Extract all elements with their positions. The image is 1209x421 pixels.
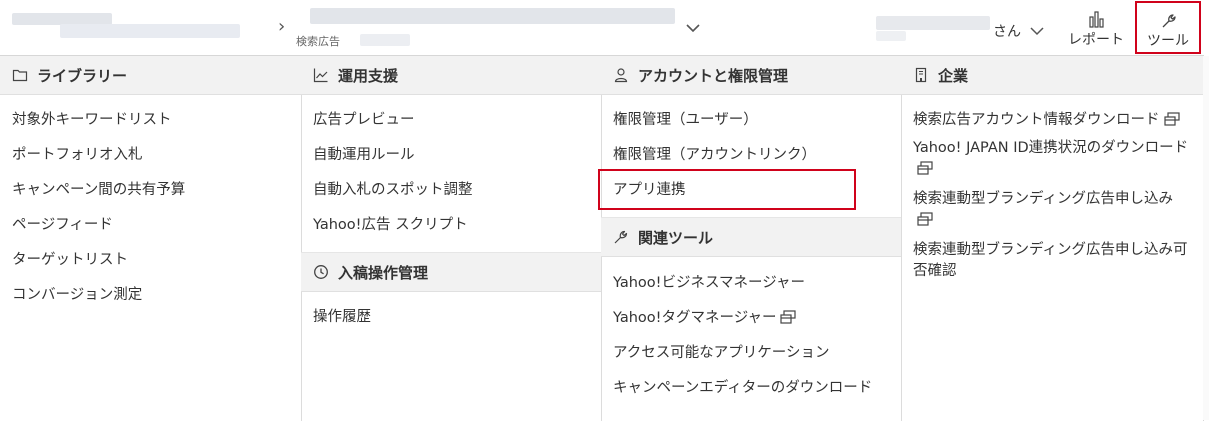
user-name-placeholder xyxy=(876,31,906,41)
menu-item-conversion-tracking[interactable]: コンバージョン測定 xyxy=(0,278,301,313)
company-column: 企業 検索広告アカウント情報ダウンロード Yahoo! JAPAN ID連携状況… xyxy=(901,56,1203,421)
background-page-edge xyxy=(1203,56,1209,420)
menu-item-operation-history[interactable]: 操作履歴 xyxy=(301,300,601,335)
chevron-right-icon: › xyxy=(278,16,286,37)
submissions-title: 入稿操作管理 xyxy=(338,263,429,282)
menu-item-account-info-download[interactable]: 検索広告アカウント情報ダウンロード xyxy=(901,103,1203,138)
menu-item-branding-ad-eligibility[interactable]: 検索連動型ブランディング広告申し込み可否確認 xyxy=(901,238,1203,289)
menu-item-automated-rules[interactable]: 自動運用ルール xyxy=(301,138,601,173)
tools-label: ツール xyxy=(1147,33,1189,49)
app-integration-highlight xyxy=(598,169,856,210)
menu-item-campaign-editor-download[interactable]: キャンペーンエディターのダウンロード xyxy=(601,371,901,406)
menu-item-ad-preview[interactable]: 広告プレビュー xyxy=(301,103,601,138)
menu-item-page-feed[interactable]: ページフィード xyxy=(0,208,301,243)
accounts-column: アカウントと権限管理 権限管理（ユーザー） 権限管理（アカウントリンク） アプリ… xyxy=(601,56,902,421)
external-link-icon xyxy=(917,212,933,226)
submissions-header: 入稿操作管理 xyxy=(301,252,601,292)
operations-title: 運用支援 xyxy=(338,66,399,85)
company-list: 検索広告アカウント情報ダウンロード Yahoo! JAPAN ID連携状況のダウ… xyxy=(901,95,1203,289)
menu-item-account-link-permissions[interactable]: 権限管理（アカウントリンク） xyxy=(601,138,901,173)
menu-item-scripts[interactable]: Yahoo!広告 スクリプト xyxy=(301,208,601,243)
branding-ad-application-label: 検索連動型ブランディング広告申し込み xyxy=(913,191,1173,207)
account-info-download-label: 検索広告アカウント情報ダウンロード xyxy=(913,112,1160,128)
business-name-placeholder xyxy=(60,24,240,38)
related-tools-title: 関連ツール xyxy=(638,228,714,247)
id-link-status-label: Yahoo! JAPAN ID連携状況のダウンロード xyxy=(913,140,1189,156)
building-icon xyxy=(915,67,927,83)
library-column: ライブラリー 対象外キーワードリスト ポートフォリオ入札 キャンペーン間の共有予… xyxy=(0,56,302,421)
company-title: 企業 xyxy=(938,66,969,85)
bar-chart-icon xyxy=(1089,11,1104,28)
menu-item-portfolio-bidding[interactable]: ポートフォリオ入札 xyxy=(0,138,301,173)
library-header: ライブラリー xyxy=(0,56,301,95)
external-link-icon xyxy=(1163,112,1180,126)
menu-item-shared-budget[interactable]: キャンペーン間の共有予算 xyxy=(0,173,301,208)
top-header: › 検索広告 さん レポート ツール xyxy=(0,0,1209,56)
wrench-icon xyxy=(614,230,628,244)
tools-mega-menu: ライブラリー 対象外キーワードリスト ポートフォリオ入札 キャンペーン間の共有予… xyxy=(0,55,1204,421)
external-link-icon xyxy=(780,310,797,324)
report-label: レポート xyxy=(1068,32,1124,48)
related-tools-header: 関連ツール xyxy=(601,217,901,257)
submissions-list: 操作履歴 xyxy=(301,292,601,335)
library-title: ライブラリー xyxy=(37,66,128,85)
history-icon xyxy=(314,265,328,279)
user-icon xyxy=(614,68,628,83)
accounts-header: アカウントと権限管理 xyxy=(601,56,901,95)
user-menu-chevron-icon[interactable] xyxy=(1029,25,1045,37)
menu-item-tag-manager[interactable]: Yahoo!タグマネージャー xyxy=(601,301,901,336)
menu-item-negative-keyword-list[interactable]: 対象外キーワードリスト xyxy=(0,103,301,138)
operations-header: 運用支援 xyxy=(301,56,601,95)
account-name-placeholder[interactable] xyxy=(310,8,675,24)
user-name-placeholder xyxy=(876,16,990,30)
tools-button[interactable]: ツール xyxy=(1135,1,1201,54)
menu-item-business-manager[interactable]: Yahoo!ビジネスマネージャー xyxy=(601,266,901,301)
operations-column: 運用支援 広告プレビュー 自動運用ルール 自動入札のスポット調整 Yahoo!広… xyxy=(301,56,602,421)
menu-item-accessible-applications[interactable]: アクセス可能なアプリケーション xyxy=(601,336,901,371)
wrench-icon xyxy=(1162,14,1176,28)
menu-item-target-list[interactable]: ターゲットリスト xyxy=(0,243,301,278)
chevron-down-icon[interactable] xyxy=(685,22,701,34)
user-suffix: さん xyxy=(993,24,1021,40)
accounts-title: アカウントと権限管理 xyxy=(638,66,789,85)
menu-item-user-permissions[interactable]: 権限管理（ユーザー） xyxy=(601,103,901,138)
account-type-label: 検索広告 xyxy=(296,35,340,48)
report-button[interactable]: レポート xyxy=(1062,2,1130,54)
tag-manager-label: Yahoo!タグマネージャー xyxy=(613,310,777,326)
external-link-icon xyxy=(917,161,933,175)
related-tools-list: Yahoo!ビジネスマネージャー Yahoo!タグマネージャー アクセス可能なア… xyxy=(601,257,901,406)
menu-item-branding-ad-application[interactable]: 検索連動型ブランディング広告申し込み xyxy=(901,187,1203,238)
library-list: 対象外キーワードリスト ポートフォリオ入札 キャンペーン間の共有予算 ページフィ… xyxy=(0,95,301,313)
folder-icon xyxy=(12,69,28,82)
operations-list: 広告プレビュー 自動運用ルール 自動入札のスポット調整 Yahoo!広告 スクリ… xyxy=(301,95,601,243)
company-header: 企業 xyxy=(901,56,1203,95)
account-id-placeholder xyxy=(360,34,410,46)
menu-item-id-link-status-download[interactable]: Yahoo! JAPAN ID連携状況のダウンロード xyxy=(901,138,1203,187)
line-chart-icon xyxy=(313,68,328,83)
menu-item-bid-spot-adjustment[interactable]: 自動入札のスポット調整 xyxy=(301,173,601,208)
